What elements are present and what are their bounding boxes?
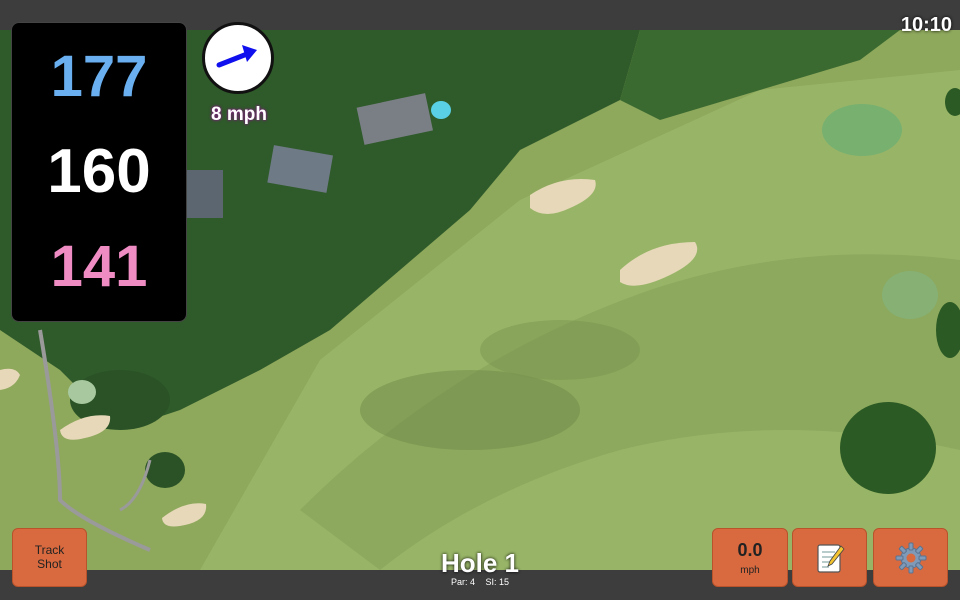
hole-par: Par: 4 bbox=[450, 577, 475, 587]
wind-direction-dial bbox=[202, 22, 274, 94]
track-shot-label-line1: Track bbox=[34, 542, 65, 557]
distance-panel: 177 160 141 bbox=[11, 22, 187, 322]
notepad-icon bbox=[816, 543, 845, 573]
arrow-right-icon bbox=[216, 45, 257, 68]
front-distance: 141 bbox=[50, 233, 148, 299]
gear-icon bbox=[895, 542, 926, 573]
track-shot-label-line2: Shot bbox=[37, 556, 62, 571]
clock: 10:10 bbox=[900, 14, 952, 36]
speed-value: 0.0 bbox=[737, 539, 763, 560]
track-shot-button[interactable]: Track Shot bbox=[12, 528, 87, 587]
back-distance: 177 bbox=[50, 44, 148, 110]
wind-speed: 8 mph bbox=[211, 104, 267, 125]
center-distance: 160 bbox=[47, 136, 151, 206]
hole-info: Par: 4 SI: 15 bbox=[380, 577, 580, 587]
speed-button[interactable]: 0.0 mph bbox=[712, 528, 788, 587]
speed-unit: mph bbox=[740, 564, 760, 576]
notes-button[interactable] bbox=[792, 528, 867, 587]
hole-stroke-index: SI: 15 bbox=[485, 577, 510, 587]
hole-title: Hole 1 bbox=[440, 548, 520, 578]
settings-button[interactable] bbox=[873, 528, 948, 587]
